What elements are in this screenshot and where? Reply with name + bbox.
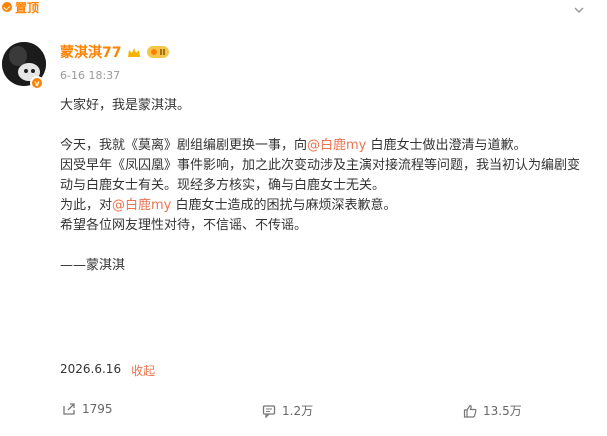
- post-footer-meta: 2026.6.16 收起: [60, 362, 155, 379]
- pinned-label: 置顶: [15, 0, 40, 15]
- user-name[interactable]: 蒙淇淇77: [60, 42, 121, 62]
- chevron-down-icon[interactable]: [573, 4, 585, 16]
- user-header: 蒙淇淇77 II: [60, 42, 170, 62]
- post-signature: ——蒙淇淇: [60, 258, 126, 273]
- post-content: 大家好，我是蒙淇淇。 今天，我就《莫离》剧组编剧更换一事，向@白鹿my 白鹿女士…: [60, 96, 580, 276]
- mention-link[interactable]: @白鹿my: [112, 198, 171, 213]
- level-dot-icon: [151, 49, 158, 55]
- post-paragraph-regret: 为此，对@白鹿my 白鹿女士造成的困扰与麻烦深表歉意。: [60, 196, 580, 216]
- pin-icon: [2, 2, 12, 12]
- post-time[interactable]: 6-16 18:37: [60, 69, 120, 82]
- post-text: 今天，我就《莫离》剧组编剧更换一事，向: [60, 138, 308, 153]
- mention-link[interactable]: @白鹿my: [307, 138, 366, 153]
- pinned-tag: 置顶: [2, 0, 39, 16]
- post-paragraph-appeal: 希望各位网友理性对待，不信谣、不传谣。: [60, 218, 308, 233]
- comment-count: 1.2万: [282, 404, 314, 418]
- comment-icon: [262, 404, 276, 418]
- like-count: 13.5万: [483, 404, 522, 418]
- repost-button[interactable]: 1795: [62, 402, 113, 416]
- member-level-label: II: [159, 47, 166, 57]
- post-line-greeting: 大家好，我是蒙淇淇。: [60, 98, 191, 113]
- post-text: 白鹿女士造成的困扰与麻烦深表歉意。: [175, 198, 397, 213]
- collapse-link[interactable]: 收起: [131, 362, 155, 379]
- pinned-badge: 置顶: [2, 0, 39, 16]
- post-text: 为此，对: [60, 198, 113, 213]
- repost-icon: [63, 403, 75, 415]
- post-paragraph-explanation: 因受早年《凤囚凰》事件影响，加之此次变动涉及主演对接流程等问题，我当初认为编剧变…: [60, 158, 581, 193]
- post-paragraph-apology: 今天，我就《莫离》剧组编剧更换一事，向@白鹿my 白鹿女士做出澄清与道歉。: [60, 136, 580, 156]
- like-button[interactable]: 13.5万: [463, 402, 522, 419]
- action-bar: 1795 1.2万 13.5万: [0, 402, 607, 420]
- thumbs-up-icon: [463, 404, 477, 418]
- crown-icon: [128, 47, 141, 57]
- repost-count: 1795: [82, 402, 113, 416]
- comment-button[interactable]: 1.2万: [262, 402, 313, 419]
- post-date: 2026.6.16: [60, 362, 122, 376]
- member-level-badge[interactable]: II: [147, 46, 170, 58]
- verified-icon: v: [30, 76, 44, 90]
- post-text: 白鹿女士做出澄清与道歉。: [370, 138, 527, 153]
